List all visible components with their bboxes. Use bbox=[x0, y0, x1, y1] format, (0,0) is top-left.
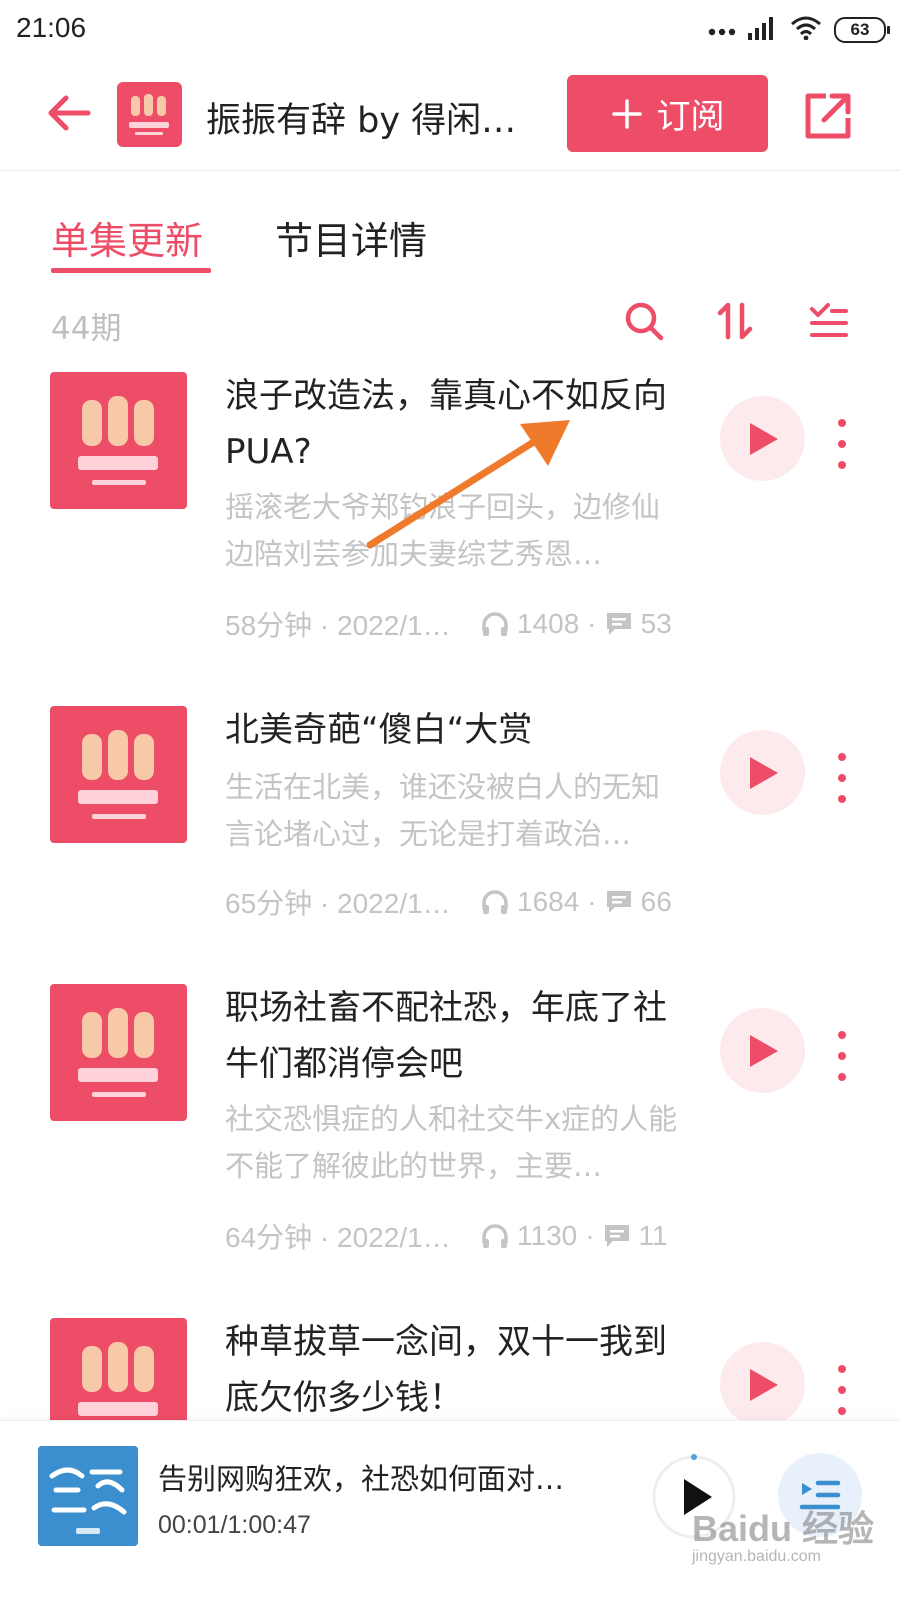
podcast-cover-small bbox=[117, 82, 182, 147]
episode-description: 生活在北美，谁还没被白人的无知言论堵心过，无论是打着政治… bbox=[225, 770, 661, 851]
comment-icon bbox=[603, 1223, 631, 1249]
share-button[interactable] bbox=[800, 88, 856, 144]
search-button[interactable] bbox=[622, 299, 666, 343]
tab-bar: 单集更新 节目详情 bbox=[0, 200, 900, 280]
headphones-icon bbox=[481, 1223, 509, 1249]
sort-button[interactable] bbox=[714, 299, 758, 343]
playback-time: 00:01/1:00:47 bbox=[158, 1511, 311, 1539]
episode-comments: 53 bbox=[640, 608, 672, 639]
plus-icon bbox=[611, 98, 642, 129]
episode-count: 44期 bbox=[51, 311, 122, 347]
wifi-icon bbox=[790, 16, 822, 44]
episode-title[interactable]: 种草拔草一念间，双十一我到底欠你多少钱！ bbox=[225, 1314, 675, 1426]
episode-duration-date: 64分钟 · 2022/1… bbox=[225, 1222, 451, 1253]
status-bar: 21:06 63 bbox=[0, 0, 900, 62]
podcast-title: 振振有辞 by 得闲… bbox=[206, 101, 517, 141]
arrow-left-icon bbox=[48, 95, 91, 131]
more-options-button[interactable] bbox=[830, 1031, 854, 1081]
episode-description: 社交恐惧症的人和社交牛x症的人能不能了解彼此的世界，主要… bbox=[225, 1102, 678, 1183]
headphones-icon bbox=[481, 889, 509, 915]
hands-logo-icon bbox=[78, 730, 158, 819]
battery-indicator: 63 bbox=[834, 17, 890, 43]
now-playing-cover[interactable] bbox=[38, 1446, 138, 1546]
play-button[interactable] bbox=[720, 396, 805, 481]
hands-logo-icon bbox=[78, 396, 158, 485]
sort-icon bbox=[717, 302, 753, 340]
episode-meta: 65分钟 · 2022/1… 1684 · 66 bbox=[225, 882, 695, 922]
checklist-icon bbox=[810, 303, 848, 337]
watermark-url: jingyan.baidu.com bbox=[692, 1548, 821, 1565]
more-options-button[interactable] bbox=[830, 1365, 854, 1415]
tab-details[interactable]: 节目详情 bbox=[275, 210, 427, 265]
episode-duration-date: 58分钟 · 2022/1… bbox=[225, 610, 451, 641]
headphones-icon bbox=[481, 611, 509, 637]
play-icon bbox=[749, 756, 778, 789]
hands-logo-icon bbox=[129, 94, 169, 135]
play-button[interactable] bbox=[720, 1342, 805, 1427]
episode-cover[interactable] bbox=[50, 984, 187, 1121]
episode-title[interactable]: 职场社畜不配社恐，年底了社牛们都消停会吧 bbox=[225, 980, 675, 1092]
episode-plays: 1684 bbox=[517, 886, 580, 917]
episode-cover[interactable] bbox=[50, 706, 187, 843]
episode-cover[interactable] bbox=[50, 372, 187, 509]
episode-duration-date: 65分钟 · 2022/1… bbox=[225, 888, 451, 919]
header-bar: 振振有辞 by 得闲… 订阅 bbox=[0, 62, 900, 171]
active-tab-indicator bbox=[51, 268, 211, 273]
batch-select-button[interactable] bbox=[806, 299, 850, 343]
play-button[interactable] bbox=[720, 1008, 805, 1093]
episode-plays: 1130 bbox=[517, 1220, 578, 1251]
status-time: 21:06 bbox=[16, 12, 87, 43]
episode-comments: 11 bbox=[638, 1220, 668, 1251]
episode-toolbar: 44期 bbox=[0, 295, 900, 355]
more-options-button[interactable] bbox=[830, 753, 854, 803]
play-icon bbox=[749, 1034, 778, 1067]
status-icons: 63 bbox=[708, 14, 890, 46]
comment-icon bbox=[605, 611, 633, 637]
more-options-button[interactable] bbox=[830, 419, 854, 469]
hands-logo-icon bbox=[78, 1008, 158, 1097]
play-icon bbox=[749, 422, 778, 455]
subscribe-label: 订阅 bbox=[656, 97, 725, 137]
play-icon bbox=[749, 1368, 778, 1401]
dots-icon bbox=[708, 21, 736, 40]
comment-icon bbox=[605, 889, 633, 915]
episode-plays: 1408 bbox=[517, 608, 580, 639]
episode-comments: 66 bbox=[640, 886, 672, 917]
baidu-watermark: Baidu 经验 jingyan.baidu.com bbox=[692, 1500, 874, 1566]
share-icon bbox=[805, 93, 851, 139]
podcast-cover-art bbox=[38, 1446, 138, 1546]
back-button[interactable] bbox=[44, 88, 94, 138]
tab-episodes[interactable]: 单集更新 bbox=[51, 210, 203, 265]
watermark-brand: Baidu 经验 bbox=[692, 1508, 875, 1549]
episode-title[interactable]: 北美奇葩“傻白“大赏 bbox=[225, 702, 675, 758]
search-icon bbox=[625, 302, 664, 341]
now-playing-title[interactable]: 告别网购狂欢，社恐如何面对… bbox=[158, 1456, 598, 1498]
episode-description: 摇滚老大爷郑钧浪子回头，边修仙边陪刘芸参加夫妻综艺秀恩… bbox=[225, 490, 661, 571]
episode-meta: 64分钟 · 2022/1… 1130 · 11 bbox=[225, 1216, 695, 1256]
episode-meta: 58分钟 · 2022/1… 1408 · 53 bbox=[225, 604, 695, 644]
signal-icon bbox=[748, 16, 778, 44]
episode-title[interactable]: 浪子改造法，靠真心不如反向PUA? bbox=[225, 368, 675, 480]
subscribe-button[interactable]: 订阅 bbox=[567, 75, 768, 152]
play-button[interactable] bbox=[720, 730, 805, 815]
